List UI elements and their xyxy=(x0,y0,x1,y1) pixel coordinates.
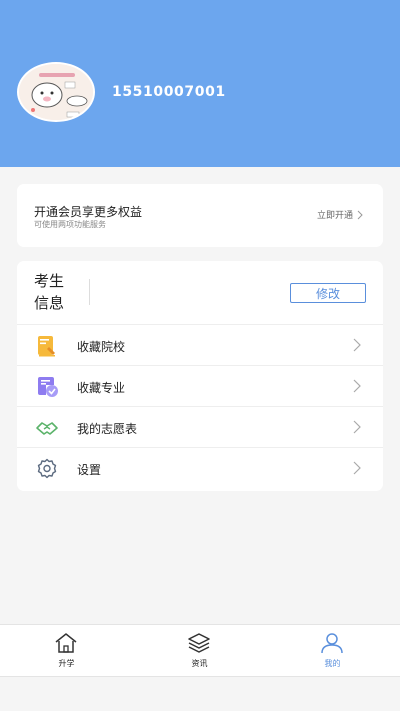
menu-item-label: 设置 xyxy=(77,463,102,477)
tab-home[interactable]: 升学 xyxy=(0,625,133,677)
tab-mine[interactable]: 我的 xyxy=(266,625,399,677)
menu-item-label: 我的志愿表 xyxy=(77,422,138,436)
menu-item-favorite-schools[interactable]: 收藏院校 xyxy=(17,325,383,366)
handshake-icon xyxy=(36,422,58,435)
tab-label: 升学 xyxy=(58,659,75,668)
chevron-right-icon xyxy=(357,210,363,219)
vip-card[interactable]: 开通会员享更多权益 可使用两项功能服务 立即开通 xyxy=(17,184,383,247)
edit-button[interactable]: 修改 xyxy=(290,283,366,303)
major-bookmark-icon xyxy=(38,377,58,397)
profile-header: 15510007001 xyxy=(0,0,400,167)
chevron-right-icon xyxy=(353,338,361,352)
bottom-tab-bar: 升学 资讯 我的 xyxy=(0,624,400,677)
phone-number: 15510007001 xyxy=(112,84,226,100)
menu-item-label: 收藏院校 xyxy=(77,340,126,354)
menu-item-my-applications[interactable]: 我的志愿表 xyxy=(17,407,383,448)
layers-icon xyxy=(188,633,210,653)
student-info-label: 考生 信息 xyxy=(34,272,65,312)
menu-item-label: 收藏专业 xyxy=(77,381,126,395)
vip-title: 开通会员享更多权益 xyxy=(34,205,143,219)
chevron-right-icon xyxy=(353,379,361,393)
tab-label: 我的 xyxy=(324,659,341,668)
tab-label: 资讯 xyxy=(191,659,208,668)
menu-card: 考生 信息 修改 收藏院校 收藏专业 我的志愿表 设置 xyxy=(17,261,383,491)
vip-open-label: 立即开通 xyxy=(316,211,353,221)
gear-icon xyxy=(37,458,57,479)
school-bookmark-icon xyxy=(38,336,55,357)
home-icon xyxy=(55,633,77,653)
student-info-row: 考生 信息 修改 xyxy=(17,261,383,325)
divider xyxy=(89,279,90,305)
tab-news[interactable]: 资讯 xyxy=(133,625,266,677)
menu-item-settings[interactable]: 设置 xyxy=(17,448,383,489)
chevron-right-icon xyxy=(353,461,361,475)
vip-open-button[interactable]: 立即开通 xyxy=(317,208,363,221)
vip-subtitle: 可使用两项功能服务 xyxy=(34,220,106,229)
avatar[interactable] xyxy=(17,62,95,122)
menu-item-favorite-majors[interactable]: 收藏专业 xyxy=(17,366,383,407)
user-icon xyxy=(321,633,343,654)
chevron-right-icon xyxy=(353,420,361,434)
